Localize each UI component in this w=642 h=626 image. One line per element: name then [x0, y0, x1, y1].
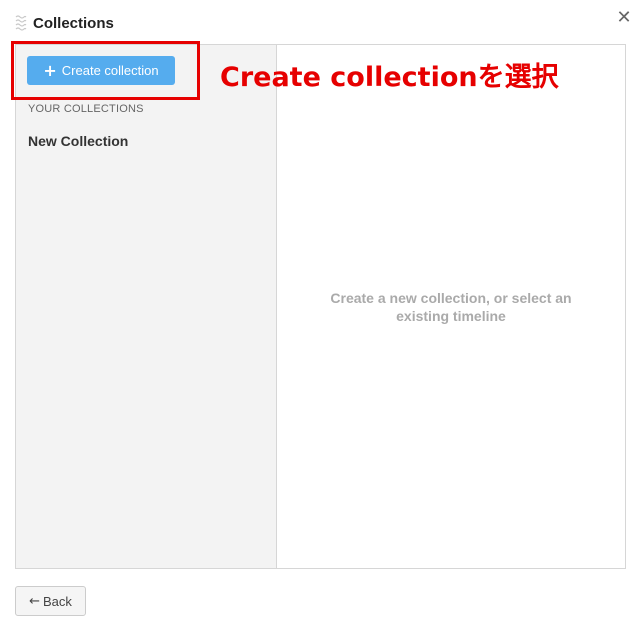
sidebar: + Create collection YOUR COLLECTIONS New…	[16, 45, 277, 568]
sidebar-item-new-collection[interactable]: New Collection	[28, 133, 128, 149]
dialog-header: Collections	[14, 12, 114, 34]
back-button[interactable]: ← Back	[15, 586, 86, 616]
drag-handle-icon[interactable]	[14, 14, 28, 32]
create-collection-button[interactable]: + Create collection	[27, 56, 175, 85]
empty-state-message: Create a new collection, or select an ex…	[330, 290, 572, 324]
back-label: Back	[43, 593, 72, 609]
collection-content: Create a new collection, or select an ex…	[277, 45, 625, 568]
collections-panel: + Create collection YOUR COLLECTIONS New…	[15, 44, 626, 569]
collections-dialog: Collections ✕ + Create collection YOUR C…	[0, 0, 642, 626]
close-icon[interactable]: ✕	[614, 6, 634, 30]
plus-icon: +	[43, 60, 57, 80]
annotation-text: Create collectionを選択	[220, 62, 559, 93]
create-collection-label: Create collection	[61, 63, 159, 78]
dialog-title: Collections	[33, 14, 114, 32]
left-arrow-icon: ←	[29, 593, 40, 609]
your-collections-heading: YOUR COLLECTIONS	[28, 103, 144, 115]
